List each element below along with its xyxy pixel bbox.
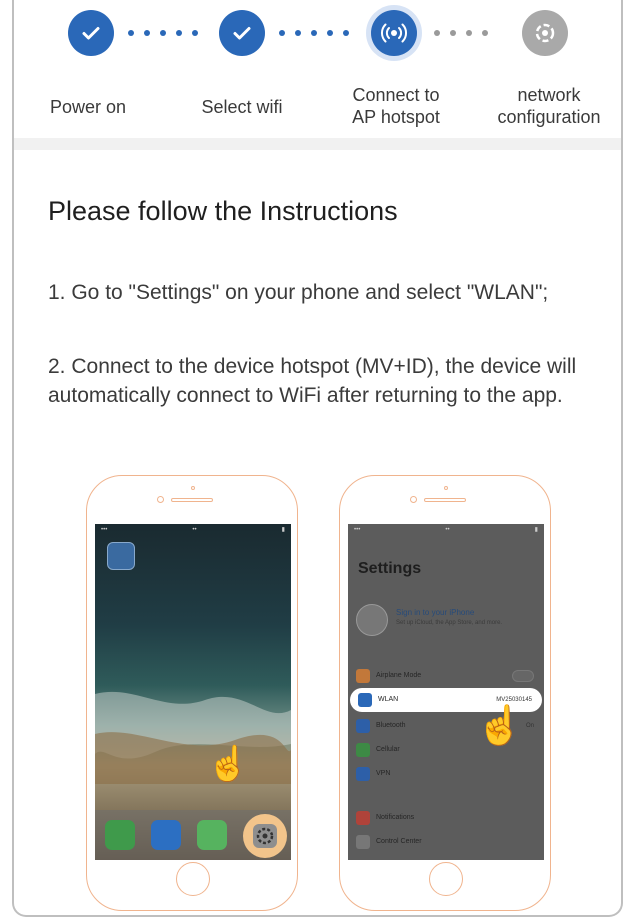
- phone-home-button: [176, 862, 210, 896]
- phone-camera: [410, 496, 417, 503]
- settings-title: Settings: [358, 560, 422, 577]
- step-label-select-wifi: Select wifi: [201, 97, 283, 117]
- step-label-network-configuration: network configuration: [497, 85, 601, 127]
- settings-row-label: Control Center: [376, 838, 422, 845]
- status-bar: ••• •• ▮: [354, 527, 538, 533]
- app-label: [105, 574, 107, 580]
- step-label-power-on: Power on: [49, 97, 127, 117]
- settings-row-notifications: Notifications: [348, 806, 544, 830]
- wifi-icon: [358, 693, 372, 707]
- phone-illustration-settings: ••• •• ▮ Settings Sign in to your iPhone S…: [339, 475, 551, 911]
- profile-subtext: Set up iCloud, the App Store, and more.: [396, 620, 503, 626]
- settings-row-airplane: Airplane Mode: [348, 664, 544, 688]
- instruction-step-1: 1. Go to "Settings" on your phone and se…: [48, 281, 549, 304]
- step-connector: [434, 30, 488, 36]
- wallpaper-waves: [95, 691, 291, 784]
- cellular-icon: [356, 743, 370, 757]
- tap-hand-icon: ☝: [476, 705, 524, 747]
- settings-row-label: WLAN: [378, 696, 399, 703]
- phone-home-button: [429, 862, 463, 896]
- tap-hand-icon: ☝: [207, 745, 250, 783]
- messages-app-icon: [197, 820, 227, 850]
- step-connector: [279, 30, 349, 36]
- settings-row-label: Cellular: [376, 746, 400, 753]
- step-network-configuration-indicator: [522, 10, 568, 56]
- phone-sensor: [191, 486, 195, 490]
- phone-speaker: [171, 498, 213, 502]
- check-icon: [233, 27, 251, 40]
- settings-row-control-center: Control Center: [348, 830, 544, 854]
- gear-icon: [535, 23, 555, 43]
- phone-speaker: [424, 498, 466, 502]
- phone-illustration-home: ••• •• ▮ ☝: [86, 475, 298, 911]
- settings-row-label: Notifications: [376, 814, 415, 821]
- step-connector: [128, 30, 198, 36]
- profile-signin-text: Sign in to your iPhone: [396, 608, 475, 617]
- step-power-on-indicator: [68, 10, 114, 56]
- phone-camera: [157, 496, 164, 503]
- settings-row-vpn: VPN: [348, 762, 544, 786]
- progress-stepper: Power on Select wifi Connect to AP hotsp…: [14, 0, 621, 138]
- step-connect-hotspot-indicator: [371, 10, 417, 56]
- app-icon: [107, 542, 135, 570]
- instructions-title: Please follow the Instructions: [48, 196, 398, 226]
- bluetooth-icon: [356, 719, 370, 733]
- vpn-icon: [356, 767, 370, 781]
- avatar: [356, 604, 388, 636]
- settings-row-label: Airplane Mode: [376, 672, 422, 679]
- phone-home-screen: ••• •• ▮ ☝: [95, 524, 291, 860]
- settings-app-highlight: [243, 814, 287, 858]
- phone-app-icon: [105, 820, 135, 850]
- step-select-wifi-indicator: [219, 10, 265, 56]
- airplane-icon: [356, 669, 370, 683]
- section-divider: [14, 138, 621, 150]
- phone-settings-screen: ••• •• ▮ Settings Sign in to your iPhone S…: [348, 524, 544, 860]
- page-frame: Power on Select wifi Connect to AP hotsp…: [12, 0, 623, 917]
- settings-row-label: VPN: [376, 770, 391, 777]
- control-center-icon: [356, 835, 370, 849]
- check-icon: [82, 27, 100, 40]
- hotspot-icon: [381, 23, 407, 43]
- settings-row-label: Bluetooth: [376, 722, 406, 729]
- step-label-connect-hotspot: Connect to AP hotspot: [352, 85, 440, 127]
- instruction-step-2: 2. Connect to the device hotspot (MV+ID)…: [48, 355, 577, 407]
- airplane-toggle: [512, 670, 534, 682]
- settings-profile: Sign in to your iPhone Set up iCloud, th…: [356, 602, 536, 640]
- phone-sensor: [444, 486, 448, 490]
- settings-icon: [253, 824, 277, 848]
- notifications-icon: [356, 811, 370, 825]
- settings-row-value: On: [525, 723, 534, 729]
- status-bar: ••• •• ▮: [101, 527, 285, 533]
- safari-app-icon: [151, 820, 181, 850]
